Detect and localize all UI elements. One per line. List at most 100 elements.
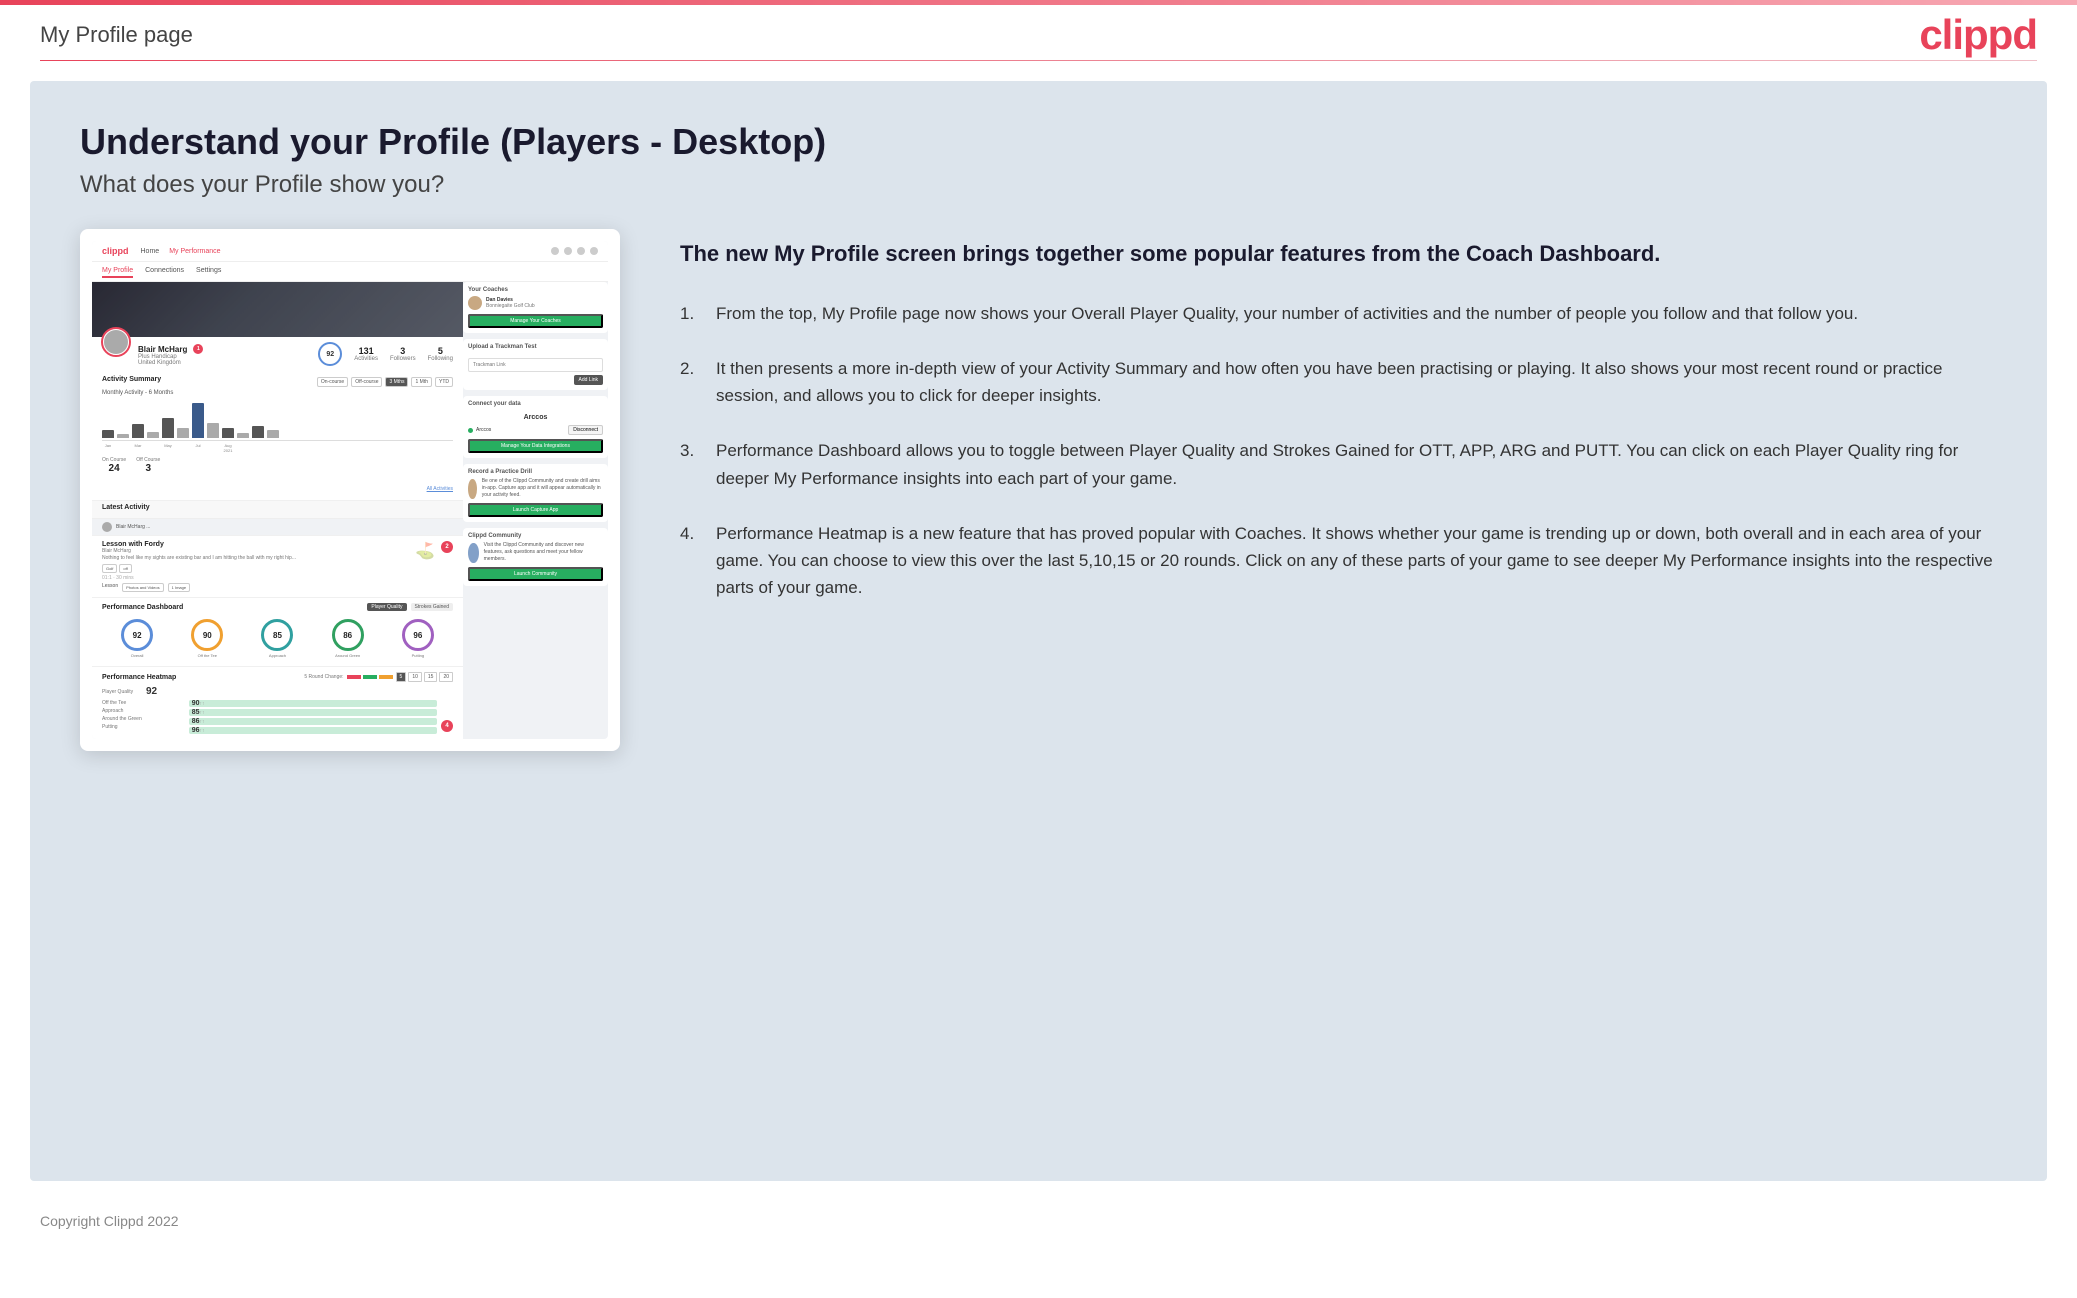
- bar-11: [252, 426, 264, 438]
- latest-activity-title: Latest Activity: [102, 504, 453, 511]
- ring-offtee[interactable]: 90 Off the Tee: [191, 619, 223, 658]
- list-item-3: Performance Dashboard allows you to togg…: [680, 437, 1997, 491]
- activity-filters: On-course Off-course 3 Mths 1 Mth YTD: [317, 377, 453, 387]
- manage-coaches-btn[interactable]: Manage Your Coaches: [468, 314, 603, 328]
- latest-activity-row: Blair McHarg ...: [92, 519, 463, 536]
- ring-around-green[interactable]: 86 Around Green: [332, 619, 364, 658]
- round-btn-20[interactable]: 20: [439, 672, 453, 682]
- ring-approach[interactable]: 85 Approach: [261, 619, 293, 658]
- bar-chart: [102, 396, 453, 441]
- perf-header: Performance Dashboard Player Quality Str…: [102, 603, 453, 611]
- tab-settings[interactable]: Settings: [196, 265, 221, 278]
- trackman-add-row: Add Link: [468, 375, 603, 385]
- tab-my-profile[interactable]: My Profile: [102, 265, 133, 278]
- heatmap-badge-container: 4: [441, 700, 453, 734]
- all-activities-link[interactable]: All Activities: [102, 477, 453, 495]
- coach-info: Dan Davies Bonniegaite Golf Club: [486, 297, 603, 309]
- ring-aroundgreen-circle: 86: [332, 619, 364, 651]
- list-item-1: From the top, My Profile page now shows …: [680, 300, 1997, 327]
- footer: Copyright Clippd 2022: [0, 1201, 2077, 1241]
- page-title: My Profile page: [40, 22, 193, 48]
- bar-1: [102, 430, 114, 438]
- toggle-strokes-gained[interactable]: Strokes Gained: [411, 603, 453, 611]
- app-body: Blair McHarg 1 Plus Handicap United King…: [92, 282, 608, 739]
- manage-integrations-btn[interactable]: Manage Your Data Integrations: [468, 439, 603, 453]
- content-body: clippd Home My Performance My Profile: [80, 229, 1997, 751]
- ring-putting[interactable]: 96 Putting: [402, 619, 434, 658]
- filter-3mths[interactable]: 3 Mths: [385, 377, 408, 387]
- trackman-input[interactable]: [468, 358, 603, 372]
- app-logo: clippd: [102, 246, 129, 256]
- lesson-meta: 01:1 · 30 mins: [102, 575, 409, 581]
- ring-putting-circle: 96: [402, 619, 434, 651]
- profile-info-row: Blair McHarg 1 Plus Handicap United King…: [92, 337, 463, 371]
- lesson-badge-container: 2: [441, 541, 453, 592]
- header: My Profile page clippd: [0, 0, 2077, 60]
- drill-card: Record a Practice Drill Be one of the Cl…: [463, 464, 608, 522]
- filter-1mth[interactable]: 1 Mth: [411, 377, 432, 387]
- perf-title: Performance Dashboard: [102, 604, 183, 611]
- profile-banner: [92, 282, 463, 337]
- round-btn-5[interactable]: 5: [396, 672, 407, 682]
- connect-dot: [468, 428, 473, 433]
- disconnect-btn[interactable]: Disconnect: [568, 425, 603, 435]
- heatmap-row-overall: Player Quality 92: [102, 686, 453, 697]
- round-btn-10[interactable]: 10: [408, 672, 422, 682]
- launch-community-btn[interactable]: Launch Community: [468, 567, 603, 581]
- trackman-add-btn[interactable]: Add Link: [574, 375, 603, 385]
- connect-arccos-logo: Arccos: [468, 410, 603, 425]
- round-btn-15[interactable]: 15: [424, 672, 438, 682]
- lesson-card: Lesson with Fordy Blair McHarg Nothing t…: [92, 536, 463, 598]
- avatar-ring: [101, 327, 131, 357]
- rings-row: 92 Overall 90 Off the Tee 85 Approach: [102, 616, 453, 661]
- bar-10: [237, 433, 249, 438]
- launch-capture-btn[interactable]: Launch Capture App: [468, 503, 603, 517]
- nav-icon-search: [551, 247, 559, 255]
- heatmap-cell-offtee[interactable]: 90 ↑↑: [189, 700, 437, 707]
- on-course-stat: On Course 24: [102, 457, 126, 474]
- nav-icon-user: [590, 247, 598, 255]
- ring-overall[interactable]: 92 Overall: [121, 619, 153, 658]
- trackman-title: Upload a Trackman Test: [468, 344, 603, 350]
- nav-link-performance[interactable]: My Performance: [169, 248, 220, 255]
- mockup-inner: clippd Home My Performance My Profile: [92, 241, 608, 739]
- tab-connections[interactable]: Connections: [145, 265, 184, 278]
- list-item-4: Performance Heatmap is a new feature tha…: [680, 520, 1997, 602]
- nav-icon-settings: [577, 247, 585, 255]
- activity-section: Activity Summary On-course Off-course 3 …: [92, 371, 463, 501]
- filter-offcourse[interactable]: Off-course: [351, 377, 382, 387]
- stat-followers: 3 Followers: [390, 346, 416, 362]
- heatmap-cell-aroundgreen[interactable]: 86 ↑↑: [189, 718, 437, 725]
- heatmap-controls: 5 Round Change: 5 10: [304, 672, 453, 682]
- heatmap-header: Performance Heatmap 5 Round Change:: [102, 672, 453, 682]
- bar-8: [207, 423, 219, 438]
- community-content: Visit the Clippd Community and discover …: [468, 542, 603, 563]
- ring-overall-circle: 92: [121, 619, 153, 651]
- filter-oncourse[interactable]: On-course: [317, 377, 348, 387]
- activity-chart-area: Monthly Activity - 6 Months: [102, 390, 453, 495]
- performance-section: Performance Dashboard Player Quality Str…: [92, 598, 463, 667]
- lesson-coach: Blair McHarg: [102, 548, 409, 555]
- toggle-player-quality[interactable]: Player Quality: [367, 603, 406, 611]
- off-course-stat: Off Course 3: [136, 457, 160, 474]
- heatmap-badge: 4: [441, 720, 453, 732]
- heatmap-section: Performance Heatmap 5 Round Change:: [92, 667, 463, 739]
- heatmap-cell-putting[interactable]: 96 ↑↑: [189, 727, 437, 734]
- banner-overlay: [92, 282, 463, 337]
- content-header: Understand your Profile (Players - Deskt…: [80, 121, 1997, 199]
- nav-link-home[interactable]: Home: [141, 248, 160, 255]
- right-text: The new My Profile screen brings togethe…: [680, 229, 1997, 601]
- ring-offtee-circle: 90: [191, 619, 223, 651]
- nav-links: Home My Performance: [141, 248, 221, 255]
- golf-icon: ⛳: [415, 541, 435, 561]
- main-subheading: What does your Profile show you?: [80, 171, 1997, 199]
- intro-text: The new My Profile screen brings togethe…: [680, 239, 1997, 270]
- ring-approach-circle: 85: [261, 619, 293, 651]
- heatmap-dot-orange: [379, 675, 393, 679]
- stat-following: 5 Following: [428, 346, 453, 362]
- section-title-activity: Activity Summary: [102, 376, 161, 383]
- feature-list: From the top, My Profile page now shows …: [680, 300, 1997, 602]
- heatmap-cells: 90 ↑↑ 85 ↑↑ 86: [189, 700, 437, 734]
- heatmap-cell-approach[interactable]: 85 ↑↑: [189, 709, 437, 716]
- filter-ytd[interactable]: YTD: [435, 377, 453, 387]
